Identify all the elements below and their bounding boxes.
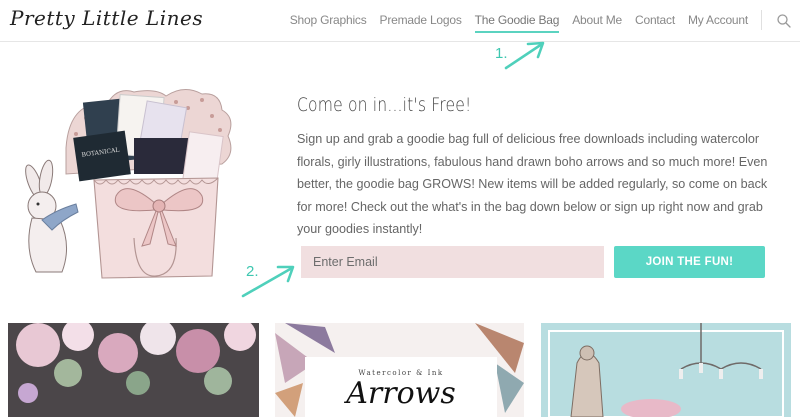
join-button[interactable]: JOIN THE FUN! bbox=[614, 246, 765, 278]
arrows-title-box: Watercolor & Ink Arrows bbox=[305, 357, 497, 417]
nav-goodie-bag[interactable]: The Goodie Bag bbox=[474, 13, 559, 33]
vintage-artwork bbox=[541, 323, 791, 417]
product-card-florals[interactable] bbox=[8, 323, 259, 417]
goodie-bag-illustration: BOTANICAL bbox=[25, 89, 232, 279]
annotation-arrow-1-icon bbox=[504, 41, 545, 70]
annotation-arrow-2-icon bbox=[241, 265, 295, 298]
site-header: Pretty Little Lines Shop Graphics Premad… bbox=[0, 0, 800, 42]
page-headline: Come on in...it's Free! bbox=[297, 94, 472, 116]
nav-shop-graphics[interactable]: Shop Graphics bbox=[290, 13, 367, 33]
site-logo[interactable]: Pretty Little Lines bbox=[10, 6, 203, 30]
nav-premade-logos[interactable]: Premade Logos bbox=[380, 13, 462, 33]
product-card-arrows[interactable]: Watercolor & Ink Arrows bbox=[275, 323, 524, 417]
product-card-vintage[interactable] bbox=[541, 323, 791, 417]
search-icon[interactable] bbox=[776, 13, 792, 29]
card-title: Arrows bbox=[346, 376, 456, 411]
intro-paragraph: Sign up and grab a goodie bag full of de… bbox=[297, 132, 768, 236]
nav-divider bbox=[761, 10, 762, 30]
email-field[interactable] bbox=[301, 246, 604, 278]
nav-contact[interactable]: Contact bbox=[635, 13, 675, 33]
main-nav: Shop Graphics Premade Logos The Goodie B… bbox=[290, 13, 748, 33]
florals-artwork bbox=[8, 323, 259, 417]
nav-my-account[interactable]: My Account bbox=[688, 13, 748, 33]
nav-about-me[interactable]: About Me bbox=[572, 13, 622, 33]
